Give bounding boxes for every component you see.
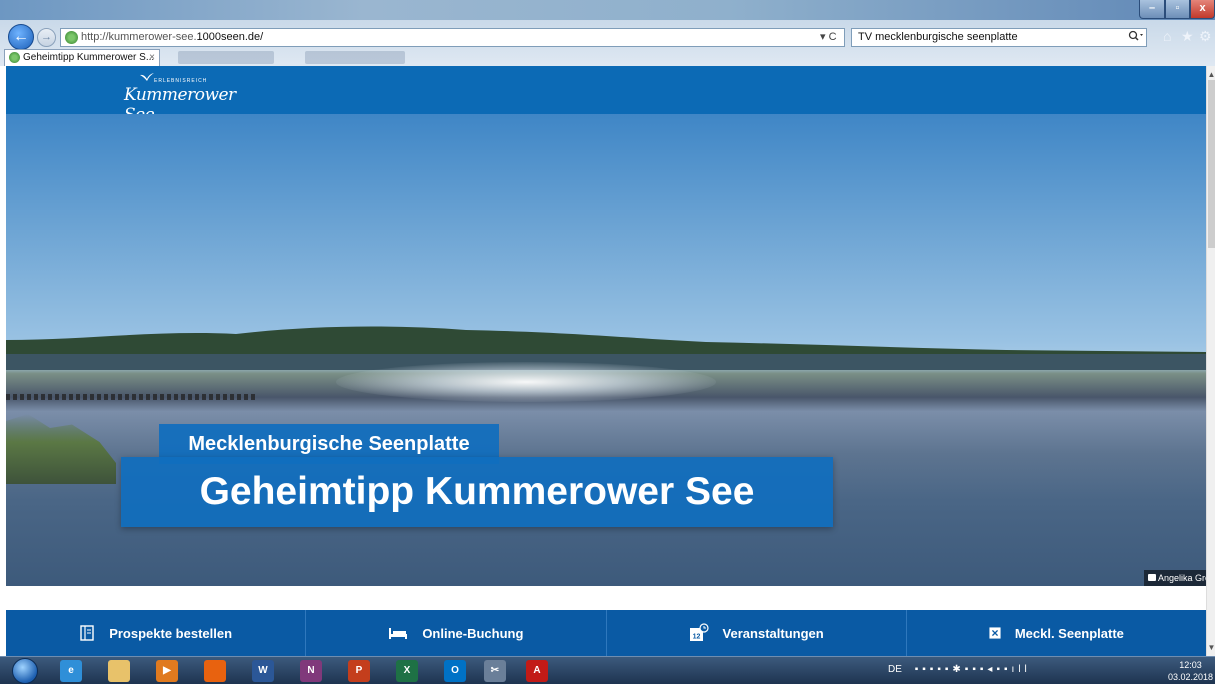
calendar-day: 12 bbox=[692, 634, 700, 641]
taskbar-outlook-icon[interactable]: O bbox=[444, 660, 466, 682]
quicknav-prospekte[interactable]: Prospekte bestellen bbox=[6, 610, 307, 656]
quicknav-meckl-seenplatte[interactable]: Meckl. Seenplatte bbox=[907, 610, 1206, 656]
scroll-up-icon[interactable]: ▲ bbox=[1207, 70, 1215, 79]
taskbar-file-explorer-icon[interactable] bbox=[108, 660, 130, 682]
taskbar-excel-icon[interactable]: X bbox=[396, 660, 418, 682]
quick-navigation: Prospekte bestellen Online-Buchung 12 Ve… bbox=[6, 610, 1206, 656]
address-bar[interactable]: http://kummerower-see.1000seen.de/ bbox=[60, 28, 845, 47]
taskbar-onenote-icon[interactable]: N bbox=[300, 660, 322, 682]
tab-title: Geheimtipp Kummerower S... bbox=[23, 52, 155, 63]
taskbar-clock[interactable]: 12:03 03.02.2018 bbox=[1168, 659, 1213, 683]
refresh-button[interactable]: ▾ C bbox=[820, 30, 837, 43]
taskbar-snipping-tool-icon[interactable]: ✂ bbox=[484, 660, 506, 682]
sun-glare bbox=[336, 362, 716, 402]
site-header: ERLEBNISREICH Kummerower See bbox=[6, 66, 1206, 125]
tab-strip: Geheimtipp Kummerower S... × bbox=[0, 48, 1215, 66]
hill-silhouette bbox=[6, 326, 1206, 370]
taskbar-word-icon[interactable]: W bbox=[252, 660, 274, 682]
page-scrollbar[interactable]: ▲ ▼ bbox=[1206, 66, 1215, 656]
taskbar-firefox-icon[interactable] bbox=[204, 660, 226, 682]
quicknav-label: Online-Buchung bbox=[422, 625, 524, 641]
clock-time: 12:03 bbox=[1179, 660, 1202, 670]
taskbar-media-player-icon[interactable]: ▶ bbox=[156, 660, 178, 682]
brochure-icon bbox=[80, 625, 94, 641]
hero-title: Geheimtipp Kummerower See bbox=[121, 457, 833, 527]
scroll-thumb[interactable] bbox=[1208, 80, 1215, 248]
clock-date: 03.02.2018 bbox=[1168, 672, 1214, 682]
tray-icons[interactable]: ▪▪▪▪▪✱▪▪▪◂▪▪ıll bbox=[915, 664, 1031, 675]
camera-icon bbox=[1148, 574, 1156, 581]
forward-button[interactable]: → bbox=[37, 28, 56, 47]
site-favicon-icon bbox=[65, 31, 78, 44]
back-button[interactable]: ← bbox=[8, 24, 34, 50]
maximize-button[interactable]: ▫ bbox=[1165, 0, 1190, 19]
browser-chrome: – ▫ x ← → http://kummerower-see.1000seen… bbox=[0, 0, 1215, 66]
minimize-button[interactable]: – bbox=[1139, 0, 1165, 19]
bed-icon bbox=[389, 628, 408, 639]
close-window-button[interactable]: x bbox=[1190, 0, 1215, 19]
language-indicator[interactable]: DE bbox=[888, 664, 902, 675]
search-icon[interactable] bbox=[1128, 30, 1144, 45]
wooden-posts bbox=[6, 394, 256, 400]
reeds bbox=[6, 414, 116, 484]
taskbar-acrobat-icon[interactable]: A bbox=[526, 660, 548, 682]
home-icon[interactable]: ⌂ bbox=[1163, 28, 1171, 44]
quicknav-veranstaltungen[interactable]: 12 Veranstaltungen bbox=[607, 610, 907, 656]
favorites-icon[interactable]: ★ bbox=[1181, 28, 1194, 45]
photo-credit-text: Angelika Groh bbox=[1158, 573, 1206, 583]
quicknav-label: Prospekte bestellen bbox=[109, 625, 233, 641]
url-domain: 1000seen.de/ bbox=[196, 31, 264, 43]
tab-close-icon[interactable]: × bbox=[149, 50, 155, 65]
search-input[interactable]: TV mecklenburgische seenplatte bbox=[851, 28, 1147, 47]
taskbar-internet-explorer-icon[interactable]: e bbox=[60, 660, 82, 682]
scroll-down-icon[interactable]: ▼ bbox=[1207, 643, 1215, 652]
system-tray: DE ▪▪▪▪▪✱▪▪▪◂▪▪ıll bbox=[888, 664, 1031, 675]
windows-taskbar: e ▶ W N P X O ✂ A DE ▪▪▪▪▪✱▪▪▪◂▪▪ıll 12:03 03.02… bbox=[0, 656, 1215, 684]
hero-image: Mecklenburgische Seenplatte Geheimtipp K… bbox=[6, 114, 1206, 586]
site-logo[interactable]: ERLEBNISREICH Kummerower See bbox=[120, 70, 250, 125]
taskbar-powerpoint-icon[interactable]: P bbox=[348, 660, 370, 682]
quicknav-label: Veranstaltungen bbox=[722, 625, 824, 641]
photo-credit: Angelika Groh bbox=[1144, 570, 1206, 586]
logo-tagline: ERLEBNISREICH bbox=[154, 78, 208, 84]
tab-ghost bbox=[305, 51, 405, 64]
tools-icon[interactable]: ⚙ bbox=[1199, 28, 1212, 45]
tab-ghost bbox=[178, 51, 274, 64]
tab-favicon-icon bbox=[9, 52, 20, 63]
tab-geheimtipp[interactable]: Geheimtipp Kummerower S... × bbox=[4, 49, 160, 66]
quicknav-label: Meckl. Seenplatte bbox=[1014, 625, 1124, 641]
close-box-icon bbox=[989, 627, 1001, 639]
window-titlebar bbox=[0, 0, 1215, 20]
start-button[interactable] bbox=[12, 658, 38, 684]
web-page: ERLEBNISREICH Kummerower See Mecklenburg… bbox=[6, 66, 1206, 656]
quicknav-online-buchung[interactable]: Online-Buchung bbox=[306, 610, 607, 656]
bird-icon bbox=[140, 73, 154, 81]
url-prefix: http://kummerower-see. bbox=[81, 31, 197, 43]
calendar-icon: 12 bbox=[689, 623, 709, 641]
